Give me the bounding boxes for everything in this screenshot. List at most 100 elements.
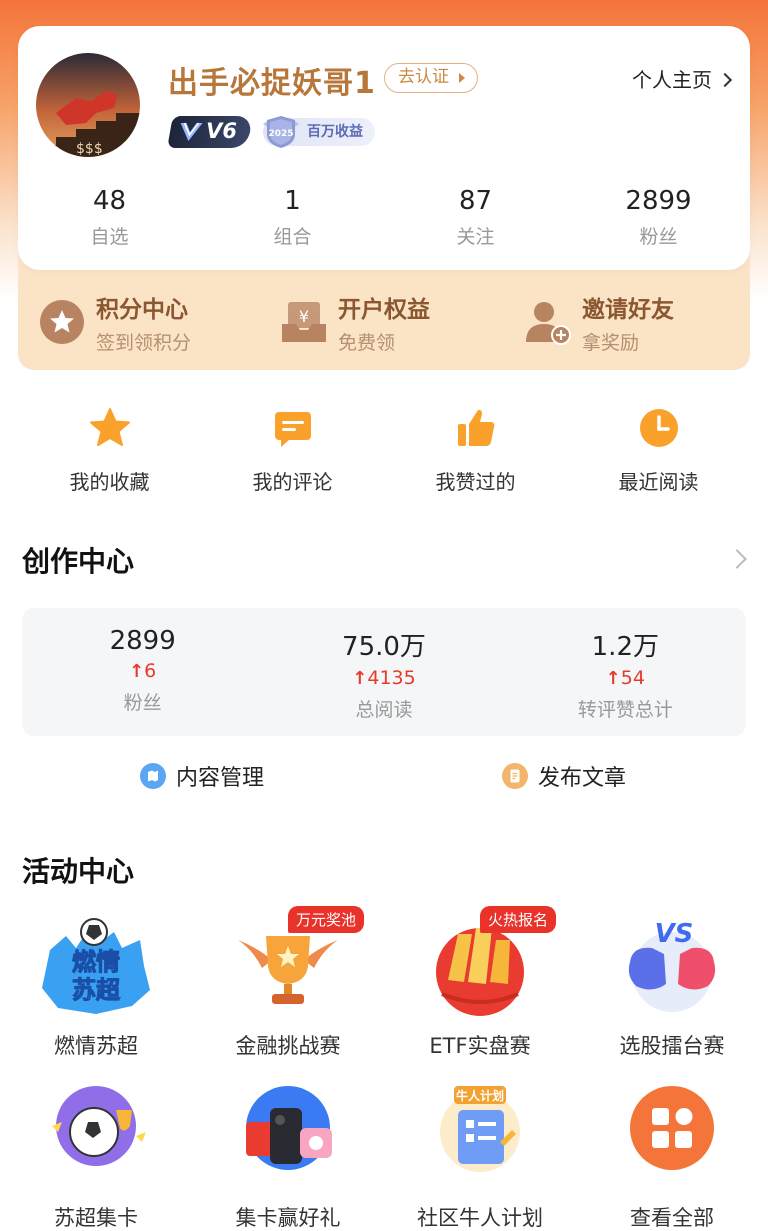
activity-label: 集卡赢好礼 (235, 1206, 341, 1230)
v-logo-icon (180, 122, 203, 141)
activity-su-card-collection[interactable]: 苏超集卡 (0, 1082, 192, 1231)
content-management-button[interactable]: 内容管理 (140, 760, 264, 792)
creation-stat-delta: ↑4135 (263, 667, 504, 689)
homepage-label: 个人主页 (632, 68, 712, 92)
activity-stock-picking-arena[interactable]: VS 选股擂台赛 (576, 910, 768, 1060)
badge-year: 2025 (268, 129, 293, 139)
verify-label: 去认证 (398, 67, 449, 87)
creation-stat-delta: ↑6 (22, 660, 263, 682)
grid-icon (612, 1082, 732, 1192)
chevron-right-icon (717, 72, 733, 88)
hot-signup-tag: 火热报名 (480, 906, 557, 933)
art-text: 燃情 (72, 948, 120, 976)
soccer-ball-mascot-icon (36, 1082, 156, 1192)
star-coin-icon (40, 300, 84, 344)
svg-text:¥: ¥ (299, 307, 309, 326)
shield-badge-icon: 2025 (263, 116, 299, 148)
quick-label: 我赞过的 (435, 470, 516, 494)
stat-following[interactable]: 87 关注 (384, 186, 567, 249)
creation-stat-value: 1.2万 (591, 632, 659, 662)
activity-label: 查看全部 (630, 1206, 714, 1230)
income-badge-label: 百万收益 (307, 124, 363, 140)
level-label: V6 (206, 119, 238, 143)
stat-fans[interactable]: 2899 粉丝 (567, 186, 750, 249)
comment-icon (274, 412, 311, 447)
activity-view-all[interactable]: 查看全部 (576, 1082, 768, 1231)
delta-value: 6 (144, 660, 157, 682)
art-text: 牛人计划 (456, 1088, 504, 1103)
arrow-up-icon: ↑ (352, 668, 368, 689)
profile-stats: 48 自选 1 组合 87 关注 2899 粉丝 (18, 186, 750, 249)
benefit-subtitle: 拿奖励 (582, 332, 640, 354)
art-text: 苏超 (72, 976, 121, 1004)
activity-label: 金融挑战赛 (235, 1034, 341, 1058)
creation-stat-label: 总阅读 (355, 699, 413, 721)
map-icon (140, 763, 166, 789)
publish-article-label: 发布文章 (538, 766, 627, 791)
activity-su-super-league[interactable]: 燃情 苏超 燃情苏超 (0, 910, 192, 1060)
stat-portfolio[interactable]: 1 组合 (201, 186, 384, 249)
content-management-label: 内容管理 (176, 766, 265, 791)
activity-label: 苏超集卡 (54, 1206, 138, 1230)
arrow-up-icon: ↑ (129, 661, 145, 682)
quick-actions: 我的收藏 我的评论 我赞过的 最近阅读 (18, 406, 750, 495)
creation-center-title: 创作中心 (22, 545, 135, 578)
creation-stat-delta: ↑54 (505, 667, 746, 689)
benefit-title: 积分中心 (96, 297, 188, 323)
quick-recent-reading[interactable]: 最近阅读 (567, 406, 750, 495)
play-arrow-icon (459, 73, 465, 83)
quick-favorites[interactable]: 我的收藏 (18, 406, 201, 495)
username: 出手必捉妖哥1 (168, 66, 376, 101)
publish-article-button[interactable]: 发布文章 (502, 760, 626, 792)
stat-value: 48 (92, 186, 127, 216)
thumbs-up-icon (457, 409, 494, 446)
delta-value: 4135 (367, 667, 416, 689)
activity-label: 社区牛人计划 (417, 1206, 543, 1230)
svg-text:$$$: $$$ (76, 141, 103, 157)
creation-stats-card: 2899 ↑6 粉丝 75.0万 ↑4135 总阅读 1.2万 ↑54 转评赞总… (22, 608, 746, 736)
benefit-title: 开户权益 (338, 297, 430, 323)
activity-label: ETF实盘赛 (429, 1034, 531, 1058)
homepage-link[interactable]: 个人主页 (632, 64, 733, 93)
quick-label: 最近阅读 (618, 470, 699, 494)
activity-label: 选股擂台赛 (619, 1034, 725, 1058)
profile-card: $$$ 出手必捉妖哥1 去认证 个人主页 V6 2025 百万收益 48 自选 … (18, 26, 750, 270)
prize-pool-tag: 万元奖池 (288, 906, 365, 933)
stat-label: 关注 (456, 226, 495, 248)
creation-stat-label: 粉丝 (123, 692, 162, 714)
benefit-subtitle: 免费领 (338, 332, 396, 354)
stat-value: 87 (458, 186, 493, 216)
level-badge[interactable]: V6 (167, 116, 253, 148)
benefit-subtitle: 签到领积分 (96, 332, 192, 354)
activity-row-2: 苏超集卡 集卡赢好礼 牛人计划 社区牛人计划 查看全部 (0, 1082, 768, 1231)
activity-finance-challenge[interactable]: 万元奖池 金融挑战赛 (192, 906, 384, 1060)
quick-comments[interactable]: 我的评论 (201, 406, 384, 495)
stat-value: 1 (284, 186, 301, 216)
activity-center-title: 活动中心 (22, 855, 135, 888)
verify-button[interactable]: 去认证 (384, 63, 478, 93)
activity-row-1: 燃情 苏超 燃情苏超 万元奖池 金融挑战赛 火热报名 ETF实盘赛 VS 选股擂… (0, 906, 768, 1060)
creation-stat-reads[interactable]: 75.0万 ↑4135 总阅读 (263, 608, 504, 736)
gift-phone-camera-icon (228, 1082, 348, 1192)
creation-stat-fans[interactable]: 2899 ↑6 粉丝 (22, 608, 263, 736)
activity-community-expert-plan[interactable]: 牛人计划 社区牛人计划 (384, 1082, 576, 1231)
stat-watchlist[interactable]: 48 自选 (18, 186, 201, 249)
su-super-league-art: 燃情 苏超 (36, 910, 156, 1020)
activity-etf-live-contest[interactable]: 火热报名 ETF实盘赛 (384, 906, 576, 1060)
quick-label: 我的收藏 (69, 470, 150, 494)
creation-stat-label: 转评赞总计 (577, 699, 673, 721)
creation-stat-value: 2899 (109, 626, 176, 656)
activity-collect-cards-gifts[interactable]: 集卡赢好礼 (192, 1082, 384, 1231)
activity-label: 燃情苏超 (54, 1034, 138, 1058)
user-add-icon (526, 302, 571, 345)
creation-stat-engagement[interactable]: 1.2万 ↑54 转评赞总计 (505, 608, 746, 736)
quick-label: 我的评论 (252, 470, 333, 494)
stat-label: 组合 (273, 226, 312, 248)
creation-stat-value: 75.0万 (342, 632, 426, 662)
delta-value: 54 (620, 667, 645, 689)
income-badge[interactable]: 2025 百万收益 (263, 116, 375, 148)
quick-liked[interactable]: 我赞过的 (384, 406, 567, 495)
chevron-right-icon[interactable] (727, 549, 747, 569)
avatar[interactable]: $$$ (36, 53, 140, 157)
checklist-icon: 牛人计划 (420, 1082, 540, 1192)
